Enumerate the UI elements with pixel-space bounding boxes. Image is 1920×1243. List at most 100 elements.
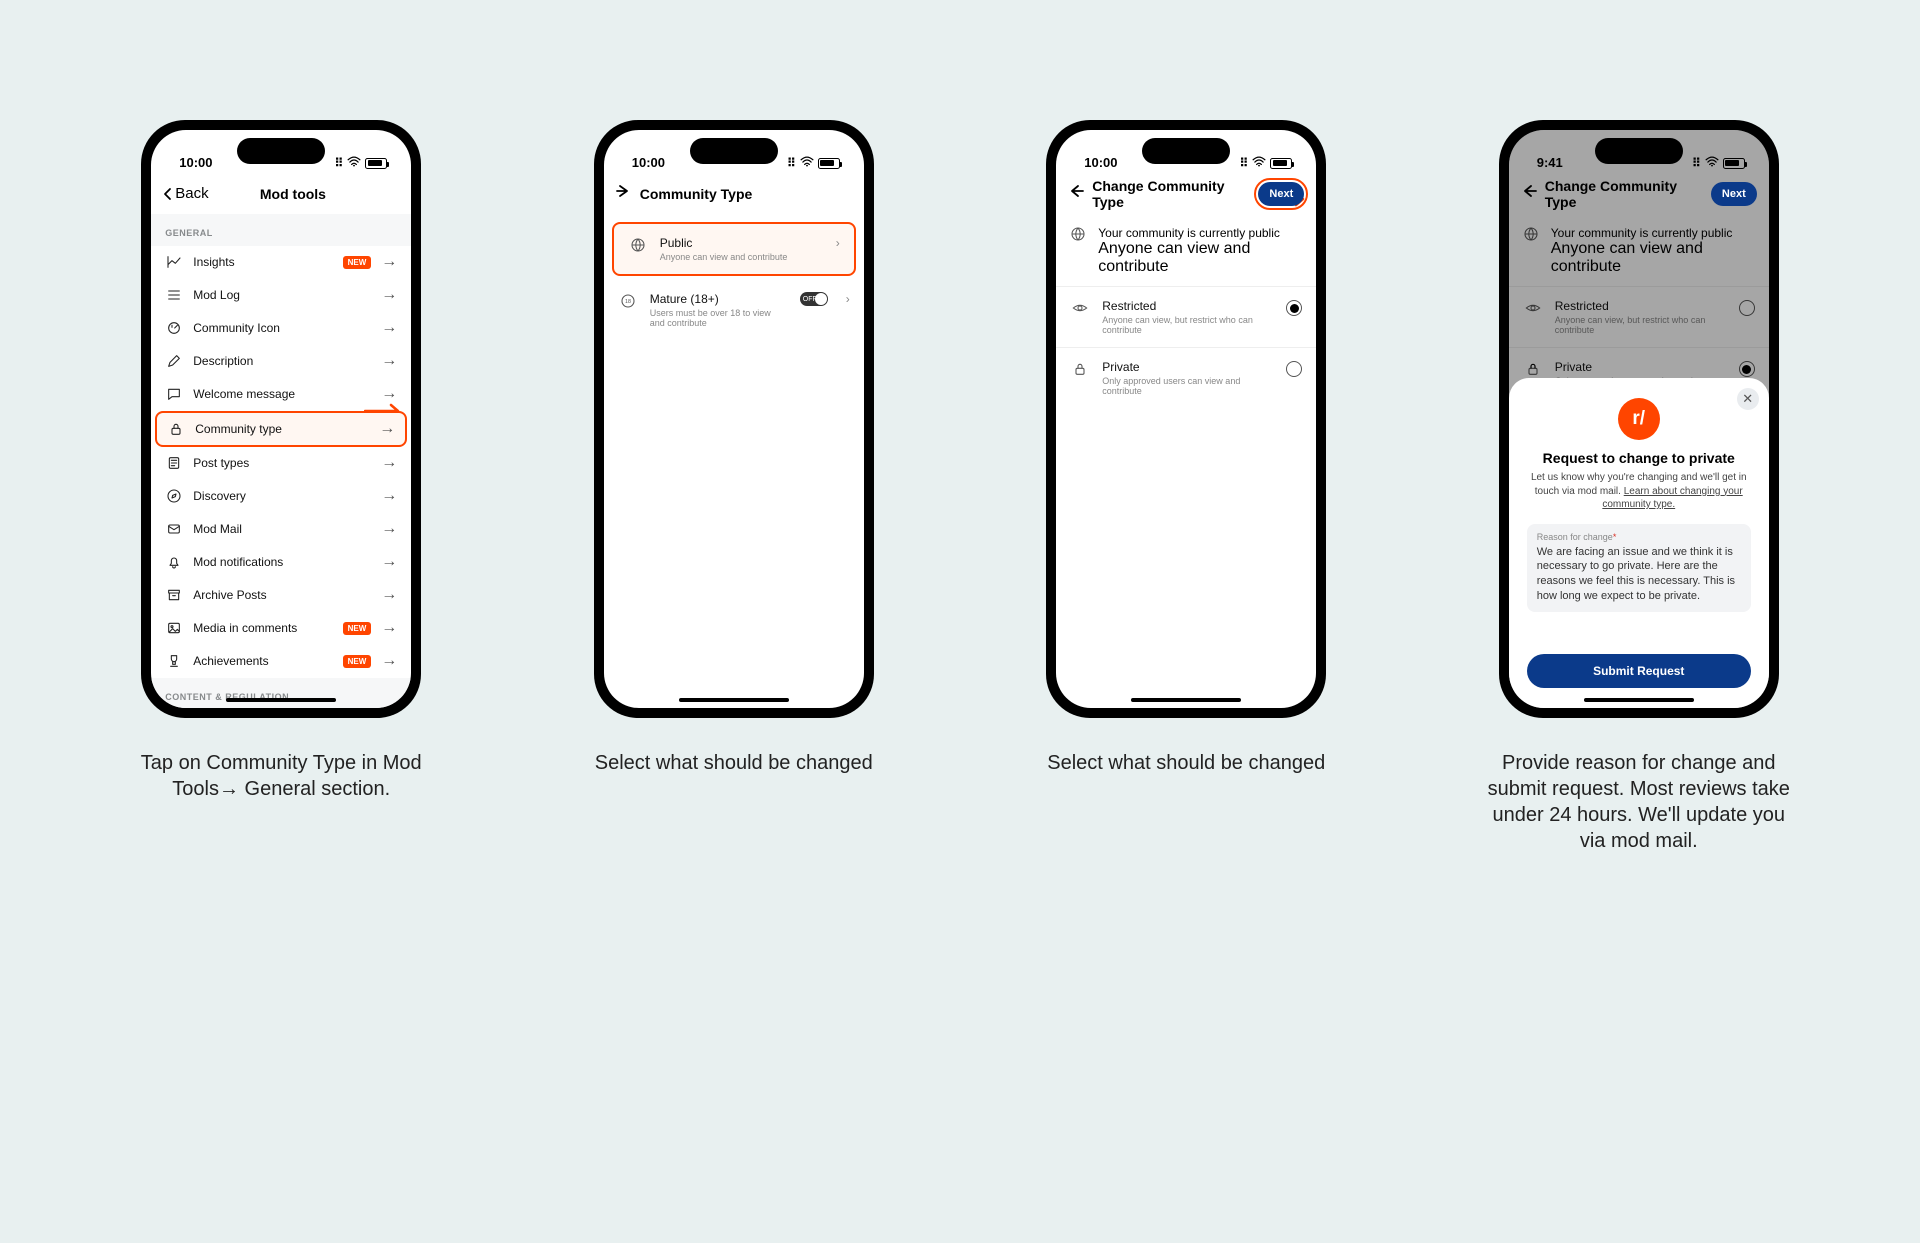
- page-title: Change Community Type: [1545, 178, 1695, 210]
- next-button[interactable]: Next: [1258, 182, 1304, 206]
- lock-icon: [1523, 360, 1543, 377]
- option-subtitle: Anyone can view, but restrict who can co…: [1102, 315, 1274, 335]
- status-time: 10:00: [632, 155, 665, 170]
- chevron-right-icon: →: [381, 586, 397, 604]
- row-label: Post types: [193, 456, 371, 470]
- radio-selected[interactable]: [1739, 361, 1755, 377]
- nav-bar: Change Community Type Next: [1056, 174, 1316, 214]
- battery-icon: [818, 158, 840, 169]
- caption: Provide reason for change and submit req…: [1479, 750, 1799, 854]
- close-button[interactable]: ✕: [1737, 388, 1759, 410]
- chevron-right-icon: →: [381, 253, 397, 271]
- current-status: Your community is currently public Anyon…: [1056, 214, 1316, 287]
- row-label: Archive Posts: [193, 588, 371, 602]
- radio-selected[interactable]: [1286, 300, 1302, 316]
- phone-3: 10:00 ⠿ Change Community Type Next: [985, 120, 1388, 854]
- current-title: Your community is currently public: [1551, 226, 1755, 240]
- row-label: Mod Log: [193, 288, 371, 302]
- chevron-right-icon: →: [381, 487, 397, 505]
- eye-icon: [1070, 299, 1090, 316]
- option-subtitle: Anyone can view, but restrict who can co…: [1555, 315, 1727, 335]
- back-button[interactable]: [616, 183, 632, 204]
- option-public[interactable]: Public Anyone can view and contribute ›: [612, 222, 856, 276]
- option-title: Private: [1555, 360, 1727, 374]
- row-comm-icon[interactable]: Community Icon →: [151, 312, 411, 345]
- eighteen-icon: 18: [618, 292, 638, 309]
- row-discovery[interactable]: Discovery →: [151, 480, 411, 513]
- row-description[interactable]: Description →: [151, 345, 411, 378]
- reason-text: We are facing an issue and we think it i…: [1537, 545, 1741, 604]
- row-achievements[interactable]: Achievements NEW →: [151, 645, 411, 678]
- image-icon: [165, 619, 183, 637]
- wifi-icon: [1705, 156, 1719, 170]
- submit-button[interactable]: Submit Request: [1527, 654, 1751, 688]
- option-private[interactable]: Private Only approved users can view and…: [1056, 348, 1316, 408]
- current-status: Your community is currently public Anyon…: [1509, 214, 1769, 287]
- option-subtitle: Anyone can view and contribute: [660, 252, 824, 262]
- row-archive[interactable]: Archive Posts →: [151, 579, 411, 612]
- row-welcome[interactable]: Welcome message →: [151, 378, 411, 411]
- signal-icon: ⠿: [1239, 156, 1248, 170]
- row-post-types[interactable]: Post types →: [151, 447, 411, 480]
- wifi-icon: [800, 156, 814, 170]
- option-restricted[interactable]: Restricted Anyone can view, but restrict…: [1056, 287, 1316, 348]
- row-label: Community type: [195, 422, 369, 436]
- toggle-label: OFF: [803, 296, 817, 303]
- row-label: Insights: [193, 255, 332, 269]
- chart-icon: [165, 253, 183, 271]
- trophy-icon: [165, 652, 183, 670]
- back-button[interactable]: [1521, 183, 1537, 204]
- section-content: CONTENT & REGULATION: [151, 678, 411, 708]
- option-title: Mature (18+): [650, 292, 788, 306]
- chat-icon: [165, 385, 183, 403]
- caption: Select what should be changed: [595, 750, 873, 776]
- globe-icon: [1070, 226, 1086, 247]
- current-subtitle: Anyone can view and contribute: [1551, 240, 1755, 276]
- learn-more-link[interactable]: Learn about changing your community type…: [1602, 486, 1742, 511]
- row-modmail[interactable]: Mod Mail →: [151, 513, 411, 546]
- chevron-right-icon: ›: [836, 236, 840, 250]
- chevron-right-icon: →: [381, 286, 397, 304]
- globe-icon: [628, 236, 648, 253]
- chevron-right-icon: →: [381, 652, 397, 670]
- new-badge: NEW: [343, 256, 372, 269]
- row-media[interactable]: Media in comments NEW →: [151, 612, 411, 645]
- row-label: Mod Mail: [193, 522, 371, 536]
- bell-icon: [165, 553, 183, 571]
- sheet-title: Request to change to private: [1527, 450, 1751, 466]
- globe-icon: [1523, 226, 1539, 247]
- home-indicator: [226, 698, 336, 702]
- page-title: Mod tools: [187, 186, 400, 202]
- radio-unselected[interactable]: [1739, 300, 1755, 316]
- radio-unselected[interactable]: [1286, 361, 1302, 377]
- back-button[interactable]: [1068, 183, 1084, 204]
- row-modlog[interactable]: Mod Log →: [151, 279, 411, 312]
- mail-icon: [165, 520, 183, 538]
- phone-4: 9:41 ⠿ Change Community Type Next: [1438, 120, 1841, 854]
- row-insights[interactable]: Insights NEW →: [151, 246, 411, 279]
- option-restricted[interactable]: Restricted Anyone can view, but restrict…: [1509, 287, 1769, 348]
- home-indicator: [1584, 698, 1694, 702]
- compass-icon: [165, 487, 183, 505]
- wifi-icon: [1252, 156, 1266, 170]
- lock-icon: [1070, 360, 1090, 377]
- archive-icon: [165, 586, 183, 604]
- status-time: 9:41: [1537, 155, 1563, 170]
- row-community-type[interactable]: Community type →: [155, 411, 407, 447]
- lock-icon: [167, 420, 185, 438]
- request-sheet: ✕ r/ Request to change to private Let us…: [1509, 378, 1769, 708]
- option-mature[interactable]: 18 Mature (18+) Users must be over 18 to…: [604, 280, 864, 340]
- caption: Select what should be changed: [1047, 750, 1325, 776]
- toggle-off[interactable]: OFF: [800, 292, 828, 306]
- next-button[interactable]: Next: [1711, 182, 1757, 206]
- row-notifications[interactable]: Mod notifications →: [151, 546, 411, 579]
- section-general: GENERAL: [151, 214, 411, 246]
- chevron-right-icon: →: [381, 619, 397, 637]
- sheet-description: Let us know why you're changing and we'l…: [1527, 471, 1751, 512]
- battery-icon: [365, 158, 387, 169]
- new-badge: NEW: [343, 655, 372, 668]
- signal-icon: ⠿: [334, 156, 343, 170]
- reason-input[interactable]: Reason for change* We are facing an issu…: [1527, 524, 1751, 612]
- list-icon: [165, 286, 183, 304]
- battery-icon: [1270, 158, 1292, 169]
